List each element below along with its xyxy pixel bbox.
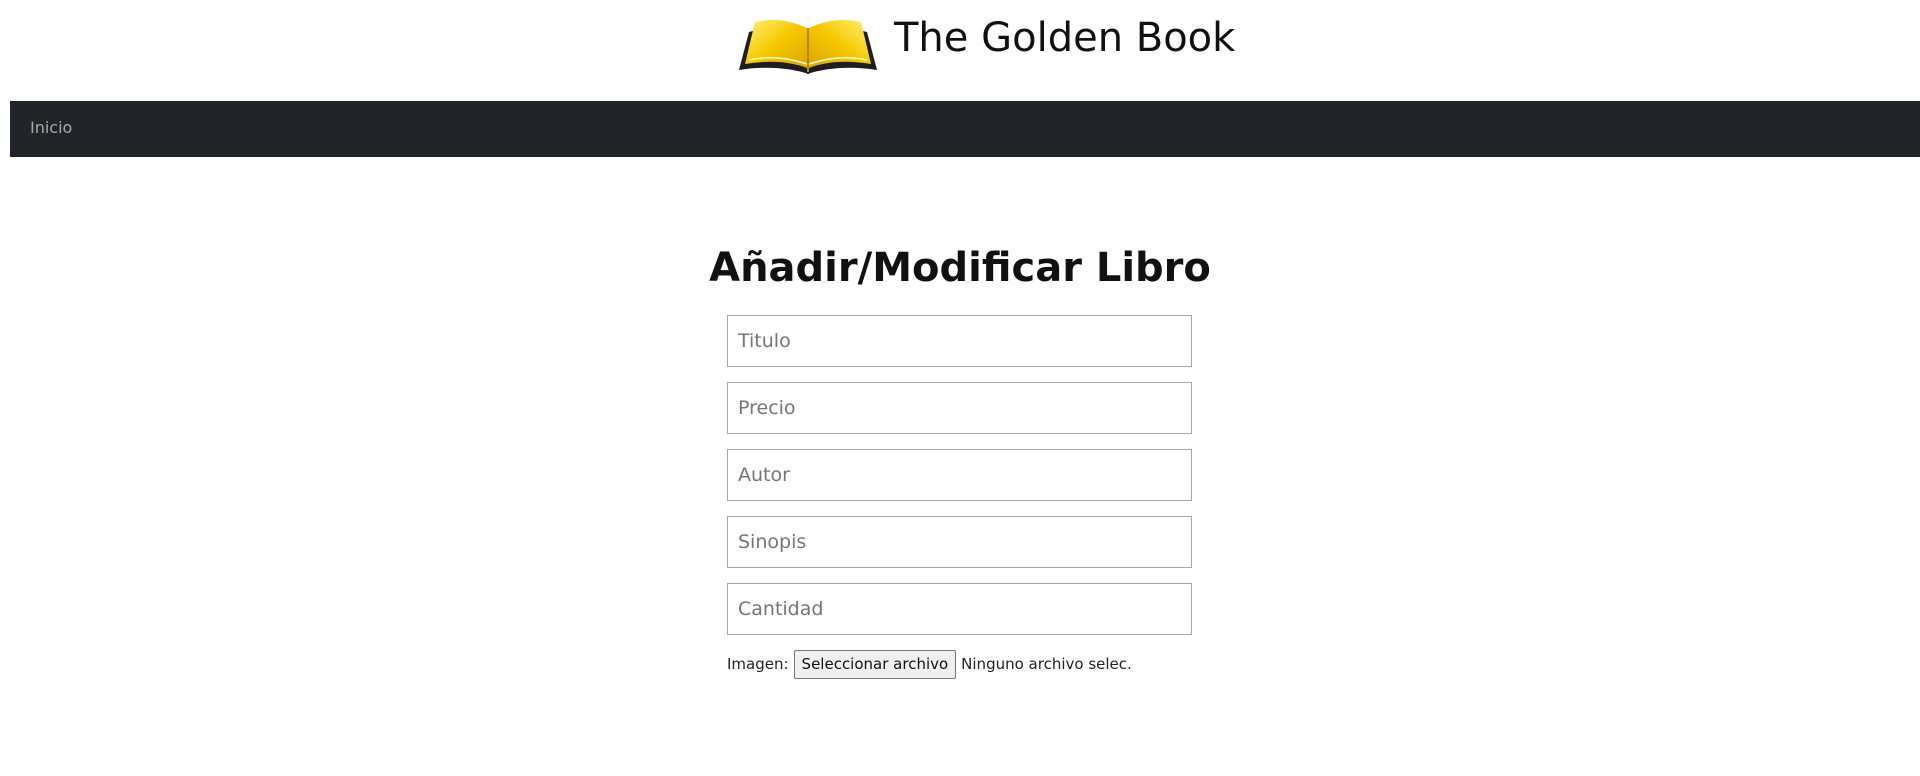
select-file-button[interactable]: Seleccionar archivo	[793, 649, 957, 679]
autor-input[interactable]	[727, 449, 1192, 501]
precio-input[interactable]	[727, 382, 1192, 434]
file-status-text: Ninguno archivo selec.	[961, 655, 1132, 673]
nav-link-inicio[interactable]: Inicio	[30, 118, 72, 138]
top-navbar: Inicio	[10, 101, 1920, 157]
sinopis-input[interactable]	[727, 516, 1192, 568]
site-title: The Golden Book	[894, 15, 1236, 61]
cantidad-input[interactable]	[727, 583, 1192, 635]
image-upload-row: Imagen: Seleccionar archivo Ninguno arch…	[727, 649, 1132, 679]
site-header: The Golden Book	[0, 0, 1920, 101]
image-label: Imagen:	[727, 655, 789, 673]
titulo-input[interactable]	[727, 315, 1192, 367]
open-book-icon	[739, 20, 877, 75]
page-title: Añadir/Modificar Libro	[709, 245, 1211, 291]
